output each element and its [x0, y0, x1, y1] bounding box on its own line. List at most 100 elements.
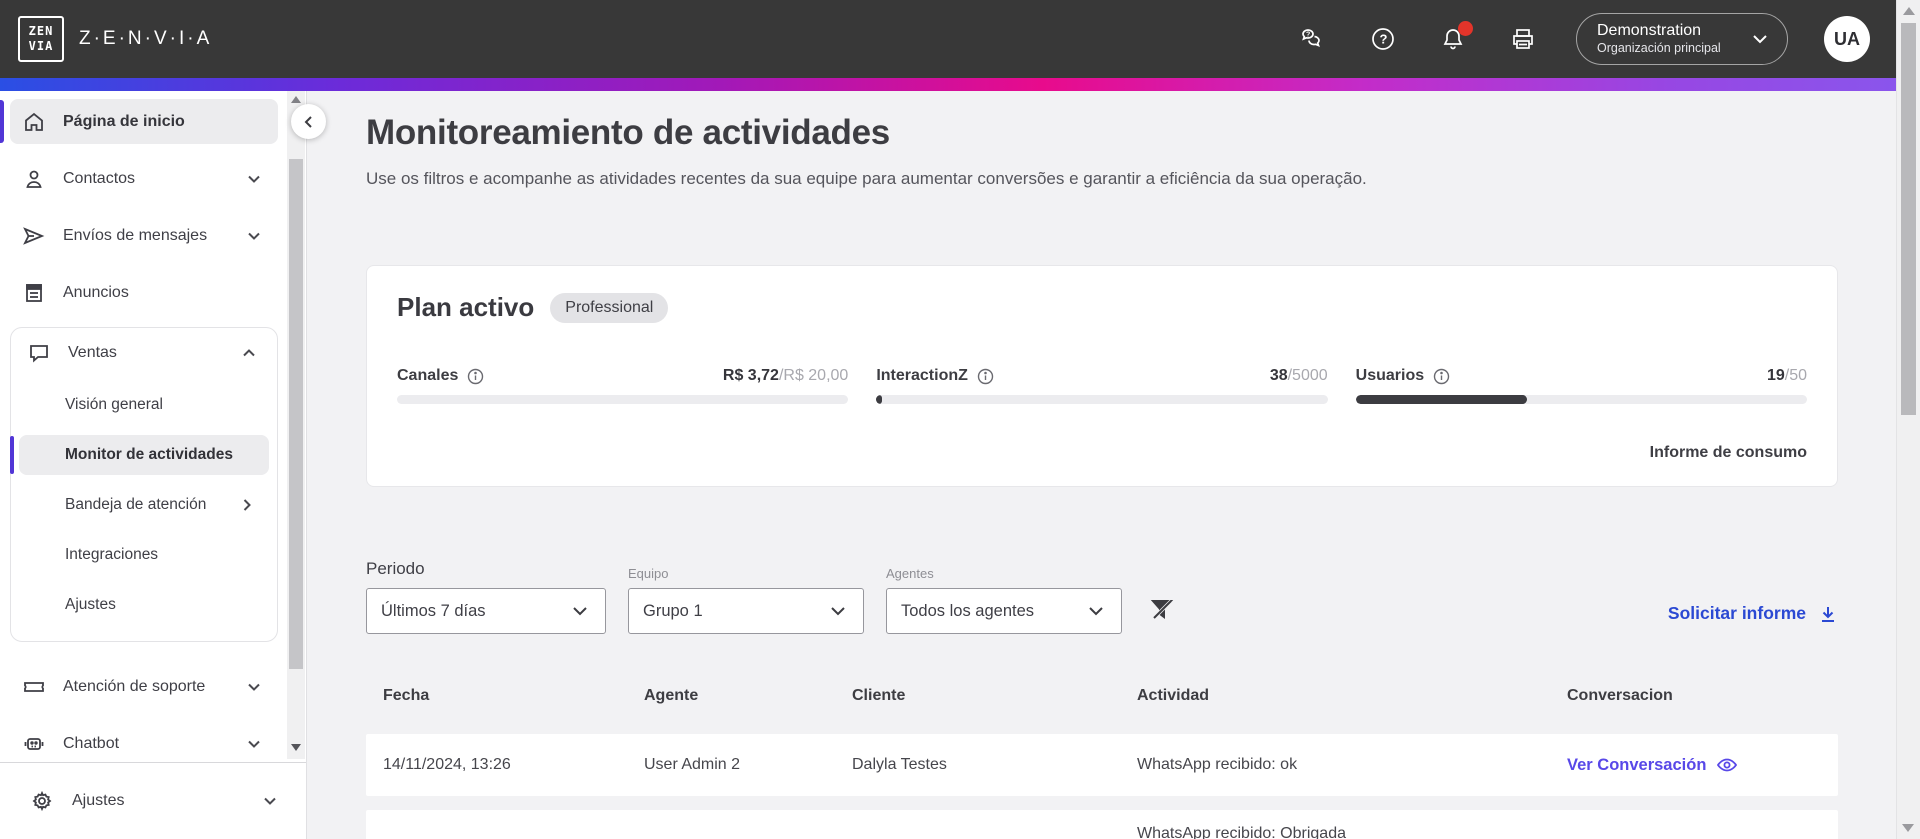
sidebar-item-label: Monitor de actividades	[65, 446, 233, 463]
progress-bar	[397, 395, 849, 404]
print-icon[interactable]	[1510, 26, 1536, 52]
selected-value: Grupo 1	[643, 601, 703, 620]
meter-total: /R$ 20,00	[778, 367, 849, 384]
sidebar-item-vision-general[interactable]: Visión general	[19, 385, 269, 425]
plan-title: Plan activo	[397, 292, 535, 322]
selected-value: Todos los agentes	[901, 601, 1035, 620]
scroll-up-arrow-icon[interactable]	[1902, 7, 1915, 15]
sidebar-item-label: Atención de soporte	[63, 677, 206, 695]
chevron-down-icon	[260, 791, 280, 811]
sidebar-item-label: Bandeja de atención	[65, 496, 207, 513]
chat-question-icon[interactable]: ?	[1300, 26, 1326, 52]
sidebar-item-label: Chatbot	[63, 734, 120, 752]
user-avatar[interactable]: UA	[1824, 16, 1870, 62]
consumption-report-link[interactable]: Informe de consumo	[1650, 444, 1807, 462]
filters-bar: Periodo Últimos 7 días Equipo Grupo 1 Ag…	[366, 559, 1838, 634]
column-header-actividad: Actividad	[1137, 687, 1210, 704]
page-scrollbar-thumb[interactable]	[1901, 23, 1916, 415]
plan-badge: Professional	[550, 292, 669, 323]
filter-agentes: Agentes Todos los agentes	[886, 566, 1122, 634]
sidebar-item-bandeja-de-atencion[interactable]: Bandeja de atención	[19, 485, 269, 525]
active-indicator	[0, 100, 4, 143]
zenvia-logo-icon[interactable]: ZEN VIA	[18, 16, 64, 62]
filter-clear-icon[interactable]	[1148, 595, 1176, 623]
download-icon	[1818, 604, 1838, 624]
gear-icon	[30, 789, 54, 813]
info-icon[interactable]	[1433, 368, 1450, 385]
equipo-select[interactable]: Grupo 1	[628, 588, 864, 634]
scroll-down-arrow-icon[interactable]	[291, 744, 301, 751]
info-icon[interactable]	[467, 368, 484, 385]
scroll-down-arrow-icon[interactable]	[1902, 824, 1914, 832]
meter-used: 38	[1269, 367, 1288, 384]
sidebar-item-label: Contactos	[63, 169, 136, 187]
sidebar-item-label: Página de inicio	[63, 112, 185, 130]
chevron-down-icon	[827, 600, 849, 622]
sidebar-scrollbar[interactable]	[287, 91, 305, 759]
filter-periodo: Periodo Últimos 7 días	[366, 559, 606, 634]
progress-fill	[1355, 395, 1528, 404]
periodo-select[interactable]: Últimos 7 días	[366, 588, 606, 634]
organization-selector[interactable]: Demonstration Organización principal	[1576, 13, 1788, 65]
notifications-icon[interactable]	[1440, 21, 1473, 52]
active-indicator	[10, 436, 14, 474]
notification-badge	[1458, 21, 1473, 36]
sidebar-item-ventas[interactable]: Ventas	[15, 330, 273, 375]
view-conversation-link[interactable]: Ver Conversación	[1567, 754, 1838, 776]
chat-bubble-icon	[27, 341, 51, 365]
organization-name: Demonstration	[1597, 22, 1702, 40]
agentes-select[interactable]: Todos los agentes	[886, 588, 1122, 634]
table-row: WhatsApp recibido: Obrigada	[366, 810, 1838, 839]
page-scrollbar[interactable]	[1896, 0, 1920, 839]
sidebar-item-monitor-de-actividades[interactable]: Monitor de actividades	[10, 435, 269, 475]
chevron-down-icon	[569, 600, 591, 622]
chevron-down-icon	[244, 169, 264, 189]
sidebar-item-label: Integraciones	[65, 546, 159, 563]
svg-text:?: ?	[1380, 32, 1388, 47]
organization-subtitle: Organización principal	[1597, 41, 1721, 56]
meter-label: Canales	[397, 367, 459, 384]
column-header-cliente: Cliente	[852, 687, 906, 704]
sidebar-collapse-button[interactable]	[291, 104, 326, 139]
sidebar-item-chatbot[interactable]: Chatbot	[10, 721, 278, 766]
sidebar-item-contactos[interactable]: Contactos	[10, 156, 278, 201]
sidebar-item-ajustes[interactable]: Ajustes	[0, 762, 306, 839]
main-content: Monitoreamiento de actividades Use os fi…	[308, 91, 1896, 839]
cell-cliente: Dalyla Testes	[852, 756, 947, 773]
meter-label: InteractionZ	[876, 367, 968, 384]
chevron-right-icon	[237, 495, 257, 515]
sidebar-item-pagina-de-inicio[interactable]: Página de inicio	[0, 99, 278, 144]
meter-total: /50	[1784, 367, 1807, 384]
request-report-link[interactable]: Solicitar informe	[1668, 603, 1838, 624]
meter-usuarios: Usuarios 19/50	[1355, 367, 1807, 404]
filter-equipo: Equipo Grupo 1	[628, 566, 864, 634]
plan-card: Plan activo Professional Canales R$ 3,72…	[366, 265, 1838, 487]
top-bar: ZEN VIA Z·E·N·V·I·A ? ? Demonstration Or…	[0, 0, 1896, 78]
sidebar-item-label: Anuncios	[63, 283, 129, 301]
sidebar-item-anuncios[interactable]: Anuncios	[10, 270, 278, 315]
scroll-up-arrow-icon[interactable]	[291, 96, 301, 103]
brand-gradient-bar	[0, 78, 1896, 91]
news-icon	[22, 281, 46, 305]
sidebar-item-label: Ajustes	[72, 792, 125, 809]
sidebar-nav: Página de inicio Contactos Envíos de men…	[0, 91, 288, 778]
info-icon[interactable]	[977, 368, 994, 385]
sidebar-scrollbar-thumb[interactable]	[289, 159, 303, 669]
help-icon[interactable]: ?	[1370, 26, 1396, 52]
column-header-conversacion: Conversacion	[1567, 687, 1673, 704]
plan-meters: Canales R$ 3,72/R$ 20,00 InteractionZ 38…	[397, 367, 1807, 404]
logo-line-bottom: VIA	[28, 38, 54, 53]
cell-actividad: WhatsApp recibido: ok	[1137, 756, 1298, 773]
meter-interactionz: InteractionZ 38/5000	[876, 367, 1328, 404]
column-header-agente: Agente	[644, 687, 699, 704]
sidebar-item-integraciones[interactable]: Integraciones	[19, 535, 269, 575]
chevron-down-icon	[244, 226, 264, 246]
sidebar-item-envios-de-mensajes[interactable]: Envíos de mensajes	[10, 213, 278, 258]
home-icon	[22, 110, 46, 134]
sidebar-item-atencion-de-soporte[interactable]: Atención de soporte	[10, 664, 278, 709]
send-icon	[22, 224, 46, 248]
sidebar-item-ajustes-ventas[interactable]: Ajustes	[19, 585, 269, 625]
request-report-label: Solicitar informe	[1667, 603, 1806, 623]
sidebar-item-label: Visión general	[65, 396, 163, 413]
meter-used: R$ 3,72	[722, 367, 779, 384]
